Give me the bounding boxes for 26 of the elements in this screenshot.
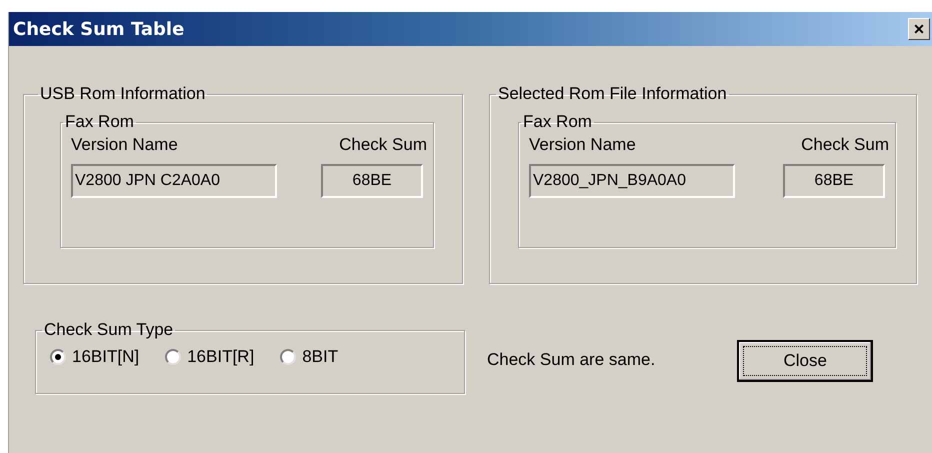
group-title: Fax Rom (64, 112, 135, 132)
radio-option[interactable]: 16BIT[R] (165, 344, 254, 370)
group-title: Fax Rom (522, 112, 593, 132)
checksum-field: 68BE (321, 164, 423, 198)
close-button[interactable]: Close (737, 340, 874, 382)
checksum-field: 68BE (783, 164, 885, 198)
group-title: Check Sum Type (43, 320, 174, 340)
status-message: Check Sum are same. (487, 349, 656, 372)
checksum-label: Check Sum (801, 134, 889, 156)
radio-button[interactable] (280, 348, 296, 365)
radio-button[interactable] (165, 348, 182, 365)
group-title: Selected Rom File Information (497, 84, 728, 104)
checksum-label: Check Sum (339, 134, 427, 156)
radio-label: 16BIT[R] (187, 346, 254, 368)
radio-option[interactable]: 8BIT (280, 344, 338, 370)
version-label: Version Name (529, 134, 636, 156)
radio-label: 8BIT (302, 346, 338, 368)
radio-option[interactable]: 16BIT[N] (50, 344, 140, 370)
version-field: V2800 JPN C2A0A0 (71, 164, 277, 198)
group-title: USB Rom Information (39, 84, 206, 104)
close-icon[interactable]: × (908, 18, 930, 40)
version-field: V2800_JPN_B9A0A0 (529, 164, 735, 198)
window-title: Check Sum Table (13, 18, 184, 42)
version-label: Version Name (71, 134, 178, 156)
radio-button[interactable] (50, 348, 66, 365)
radio-label: 16BIT[N] (72, 346, 140, 368)
